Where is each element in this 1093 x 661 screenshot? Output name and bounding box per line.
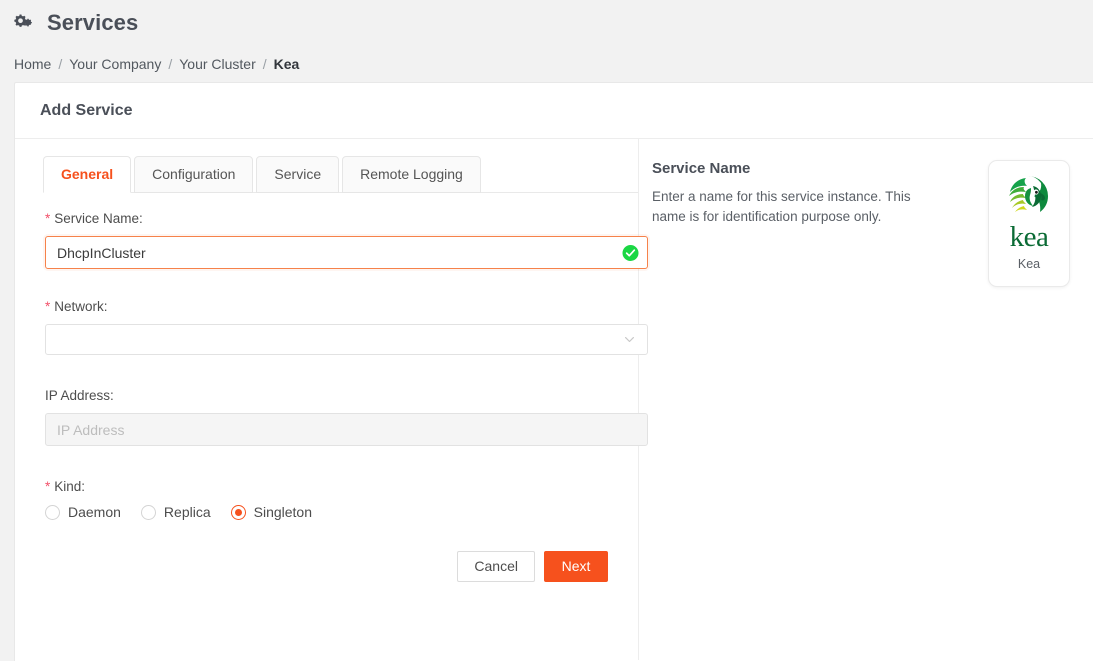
field-service-name: * Service Name: <box>45 211 648 269</box>
card-heading: Add Service <box>15 83 1093 139</box>
breadcrumb-separator: / <box>168 56 173 72</box>
field-ip-address: IP Address: <box>45 388 648 446</box>
kea-wordmark: kea <box>1009 221 1049 253</box>
chevron-down-icon <box>623 333 636 346</box>
ip-address-input[interactable] <box>45 413 648 446</box>
network-select[interactable] <box>45 324 648 355</box>
breadcrumb: Home / Your Company / Your Cluster / Kea <box>14 56 1093 72</box>
help-title: Service Name <box>652 160 751 177</box>
radio-kind-singleton[interactable]: Singleton <box>230 504 313 520</box>
radio-kind-daemon-label: Daemon <box>68 504 121 520</box>
tab-bar: General Configuration Service Remote Log… <box>15 156 638 193</box>
service-logo-caption: Kea <box>1017 257 1041 271</box>
kind-radio-group: Daemon Replica Singleton <box>45 504 638 520</box>
check-circle-icon <box>622 244 639 261</box>
ip-address-input-wrap <box>45 413 648 446</box>
service-name-input-wrap <box>45 236 648 269</box>
field-kind: * Kind: Daemon Replica Singleton <box>45 479 638 520</box>
radio-kind-daemon[interactable]: Daemon <box>45 504 121 520</box>
radio-kind-replica-label: Replica <box>163 504 211 520</box>
required-asterisk: * <box>45 211 51 226</box>
tab-service[interactable]: Service <box>256 156 340 193</box>
label-colon: : <box>110 388 114 403</box>
radio-icon <box>140 504 156 520</box>
form-actions: Cancel Next <box>15 551 638 582</box>
field-spacer <box>45 280 638 299</box>
kea-parrot-logo-icon <box>1005 174 1053 221</box>
ip-address-label: IP Address: <box>45 388 638 403</box>
kind-label-text: Kind <box>54 479 82 494</box>
page-title-text: Services <box>47 10 139 35</box>
tab-remote-logging[interactable]: Remote Logging <box>342 156 481 193</box>
service-name-label-text: Service Name <box>54 211 140 226</box>
field-spacer <box>45 366 638 388</box>
label-colon: : <box>139 211 143 226</box>
breadcrumb-item-your-cluster[interactable]: Your Cluster <box>179 56 256 72</box>
cogs-icon <box>14 13 38 33</box>
page-title: Services <box>14 6 1093 40</box>
network-label: * Network: <box>45 299 638 314</box>
radio-icon-selected <box>230 504 246 520</box>
field-network: * Network: <box>45 299 648 355</box>
help-panel: Service Name Enter a name for this servi… <box>639 139 1093 660</box>
next-button[interactable]: Next <box>544 551 608 582</box>
kind-label: * Kind: <box>45 479 638 494</box>
radio-kind-replica[interactable]: Replica <box>140 504 211 520</box>
service-name-input[interactable] <box>45 236 648 269</box>
page-header: Services Home / Your Company / Your Clus… <box>0 0 1093 80</box>
service-name-label: * Service Name: <box>45 211 638 226</box>
radio-kind-singleton-label: Singleton <box>253 504 313 520</box>
service-logo-card: kea Kea <box>988 160 1070 287</box>
breadcrumb-separator: / <box>58 56 63 72</box>
help-text-block: Service Name Enter a name for this servi… <box>652 160 942 660</box>
cancel-button[interactable]: Cancel <box>457 551 535 582</box>
add-service-card: Add Service General Configuration Servic… <box>14 82 1093 661</box>
label-colon: : <box>81 479 86 494</box>
breadcrumb-item-kea: Kea <box>273 56 300 72</box>
label-colon: : <box>103 299 108 314</box>
breadcrumb-separator: / <box>262 56 267 72</box>
field-spacer <box>45 457 638 479</box>
required-asterisk: * <box>45 299 51 314</box>
form-fields: * Service Name: DhcpInCluster * Network:… <box>15 193 648 520</box>
help-body: Enter a name for this service instance. … <box>652 189 911 224</box>
breadcrumb-item-home[interactable]: Home <box>14 56 51 72</box>
network-label-text: Network <box>54 299 104 314</box>
required-asterisk: * <box>45 479 51 494</box>
card-body: General Configuration Service Remote Log… <box>15 139 1093 660</box>
breadcrumb-item-your-company[interactable]: Your Company <box>69 56 161 72</box>
radio-icon <box>45 504 60 520</box>
tab-configuration[interactable]: Configuration <box>134 156 254 193</box>
ip-address-label-text: IP Address <box>45 388 111 403</box>
tab-general[interactable]: General <box>43 156 132 193</box>
service-form: General Configuration Service Remote Log… <box>15 139 648 660</box>
